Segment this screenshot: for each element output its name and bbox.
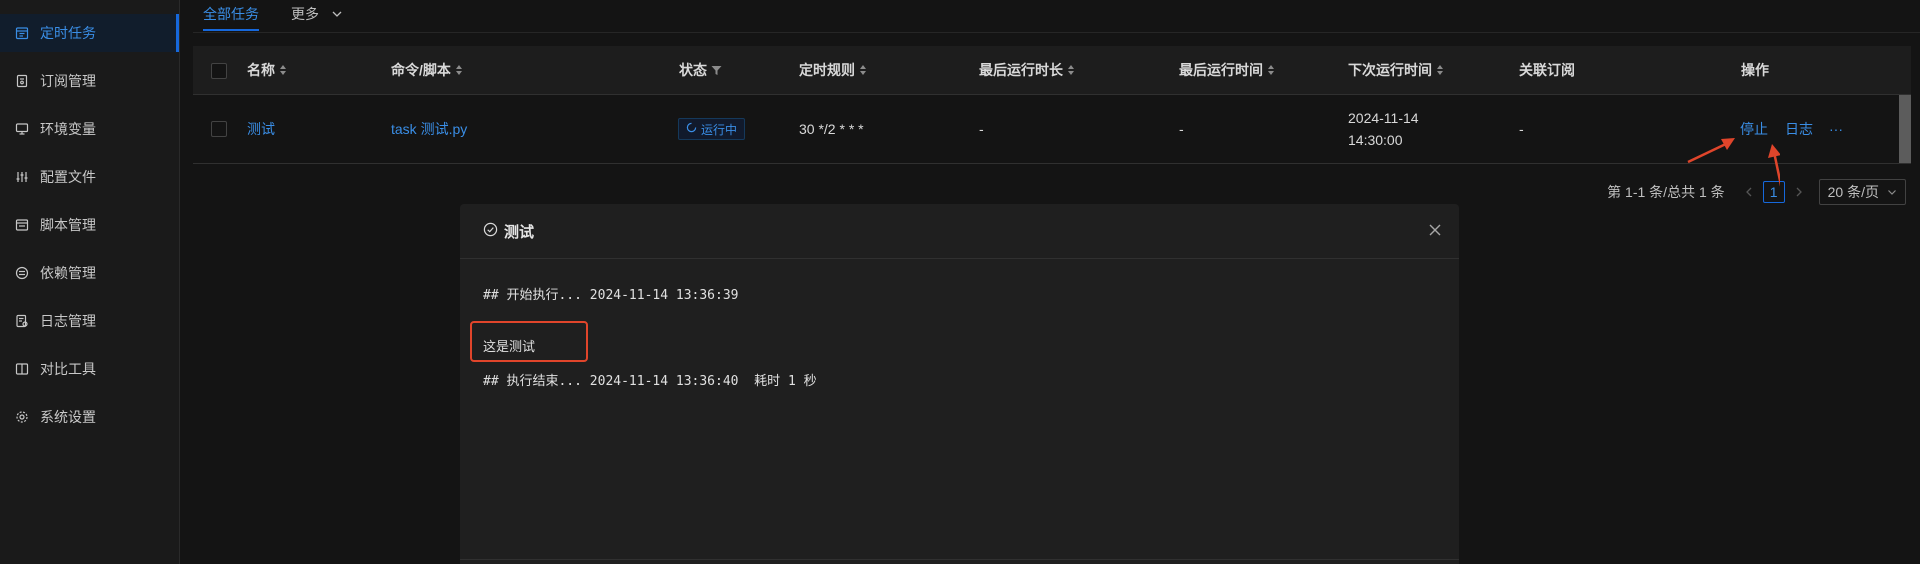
sort-icon <box>1436 47 1444 95</box>
header-actions: 操作 <box>1741 62 1769 78</box>
sidebar-item-label: 定时任务 <box>40 25 96 41</box>
sidebar-item-subscriptions[interactable]: 订阅管理 <box>0 62 179 100</box>
sidebar-item-label: 对比工具 <box>40 361 96 377</box>
header-schedule[interactable]: 定时规则 <box>799 46 867 94</box>
annotation-arrow <box>1687 138 1780 187</box>
next-page-button[interactable] <box>1789 184 1809 200</box>
sidebar-item-dependencies[interactable]: 依赖管理 <box>0 254 179 292</box>
task-command-link[interactable]: task 测试.py <box>391 119 467 139</box>
header-name[interactable]: 名称 <box>247 46 287 94</box>
header-next-run[interactable]: 下次运行时间 <box>1348 46 1444 94</box>
last-duration-cell: - <box>979 121 984 137</box>
status-badge: 运行中 <box>678 118 746 140</box>
table-header: 名称 命令/脚本 状态 定时规则 最后运行时长 最后运行时间 下次运行时间 关联… <box>193 46 1911 95</box>
script-icon <box>14 217 30 233</box>
schedule-cell: 30 */2 * * * <box>799 121 864 137</box>
filter-icon[interactable] <box>711 47 722 95</box>
sidebar-item-label: 系统设置 <box>40 409 96 425</box>
sidebar-item-config-files[interactable]: 配置文件 <box>0 158 179 196</box>
next-run-date: 2024-11-14 <box>1348 110 1419 126</box>
close-icon[interactable] <box>1427 222 1443 238</box>
next-run-cell: 2024-11-14 14:30:00 <box>1348 95 1419 163</box>
modal-divider <box>460 559 1459 560</box>
sidebar-item-settings[interactable]: 系统设置 <box>0 398 179 436</box>
log-modal: 测试 ## 开始执行... 2024-11-14 13:36:39 这是测试 #… <box>460 204 1459 564</box>
sidebar-item-label: 脚本管理 <box>40 217 96 233</box>
modal-title: 测试 <box>483 204 534 258</box>
sidebar-item-scripts[interactable]: 脚本管理 <box>0 206 179 244</box>
last-run-cell: - <box>1179 121 1184 137</box>
log-output: ## 开始执行... 2024-11-14 13:36:39 这是测试 ## 执… <box>483 258 1436 564</box>
sidebar-item-logs[interactable]: 日志管理 <box>0 302 179 340</box>
task-name-link[interactable]: 测试 <box>247 119 275 139</box>
sidebar-item-label: 配置文件 <box>40 169 96 185</box>
table-row: 测试 task 测试.py 运行中 30 */2 * * * - - 2024-… <box>193 95 1911 164</box>
sidebar-item-env-vars[interactable]: 环境变量 <box>0 110 179 148</box>
task-tabs: 全部任务 更多 <box>193 0 1920 33</box>
select-all-checkbox[interactable] <box>211 63 227 79</box>
next-run-time: 14:30:00 <box>1348 132 1403 148</box>
gear-icon <box>14 409 30 425</box>
chevron-down-icon <box>1879 184 1897 200</box>
check-circle-icon <box>483 222 504 241</box>
log-button[interactable]: 日志 <box>1785 119 1813 139</box>
annotation-highlight-box <box>470 321 588 362</box>
sort-icon <box>1267 47 1275 95</box>
log-icon <box>14 313 30 329</box>
header-last-run[interactable]: 最后运行时间 <box>1179 46 1275 94</box>
sidebar-item-diff-tool[interactable]: 对比工具 <box>0 350 179 388</box>
tab-all-tasks[interactable]: 全部任务 <box>203 4 259 24</box>
loading-icon <box>686 122 701 136</box>
header-last-duration[interactable]: 最后运行时长 <box>979 46 1075 94</box>
sort-icon <box>455 47 463 95</box>
monitor-icon <box>14 121 30 137</box>
sidebar-item-label: 日志管理 <box>40 313 96 329</box>
sort-icon <box>859 47 867 95</box>
sidebar-item-label: 依赖管理 <box>40 265 96 281</box>
package-icon <box>14 265 30 281</box>
sidebar-item-label: 订阅管理 <box>40 73 96 89</box>
row-checkbox[interactable] <box>211 95 227 163</box>
compare-icon <box>14 361 30 377</box>
active-tab-indicator <box>203 29 259 31</box>
modal-header: 测试 <box>460 204 1459 259</box>
sidebar-item-label: 环境变量 <box>40 121 96 137</box>
log-line: ## 执行结束... 2024-11-14 13:36:40 耗时 1 秒 <box>483 374 817 389</box>
chevron-down-icon <box>331 7 343 23</box>
header-command[interactable]: 命令/脚本 <box>391 46 463 94</box>
page-size-select[interactable]: 20 条/页 <box>1818 179 1906 205</box>
sidebar: 定时任务 订阅管理 环境变量 配置文件 脚本管理 依赖管理 日志管理 对比工具 … <box>0 0 180 564</box>
header-status[interactable]: 状态 <box>679 46 722 94</box>
subscription-cell: - <box>1519 121 1524 137</box>
header-subscription: 关联订阅 <box>1519 62 1575 78</box>
subscription-icon <box>14 73 30 89</box>
calendar-icon <box>14 25 30 41</box>
tab-more-dropdown[interactable]: 更多 <box>291 4 343 24</box>
log-line: ## 开始执行... 2024-11-14 13:36:39 <box>483 288 739 303</box>
table-scrollbar[interactable] <box>1899 95 1911 163</box>
sort-icon <box>279 47 287 95</box>
tab-more-label: 更多 <box>291 6 319 22</box>
sidebar-item-cron-tasks[interactable]: 定时任务 <box>0 14 179 52</box>
more-actions-button[interactable]: ··· <box>1829 121 1843 137</box>
sliders-icon <box>14 169 30 185</box>
sort-icon <box>1067 47 1075 95</box>
